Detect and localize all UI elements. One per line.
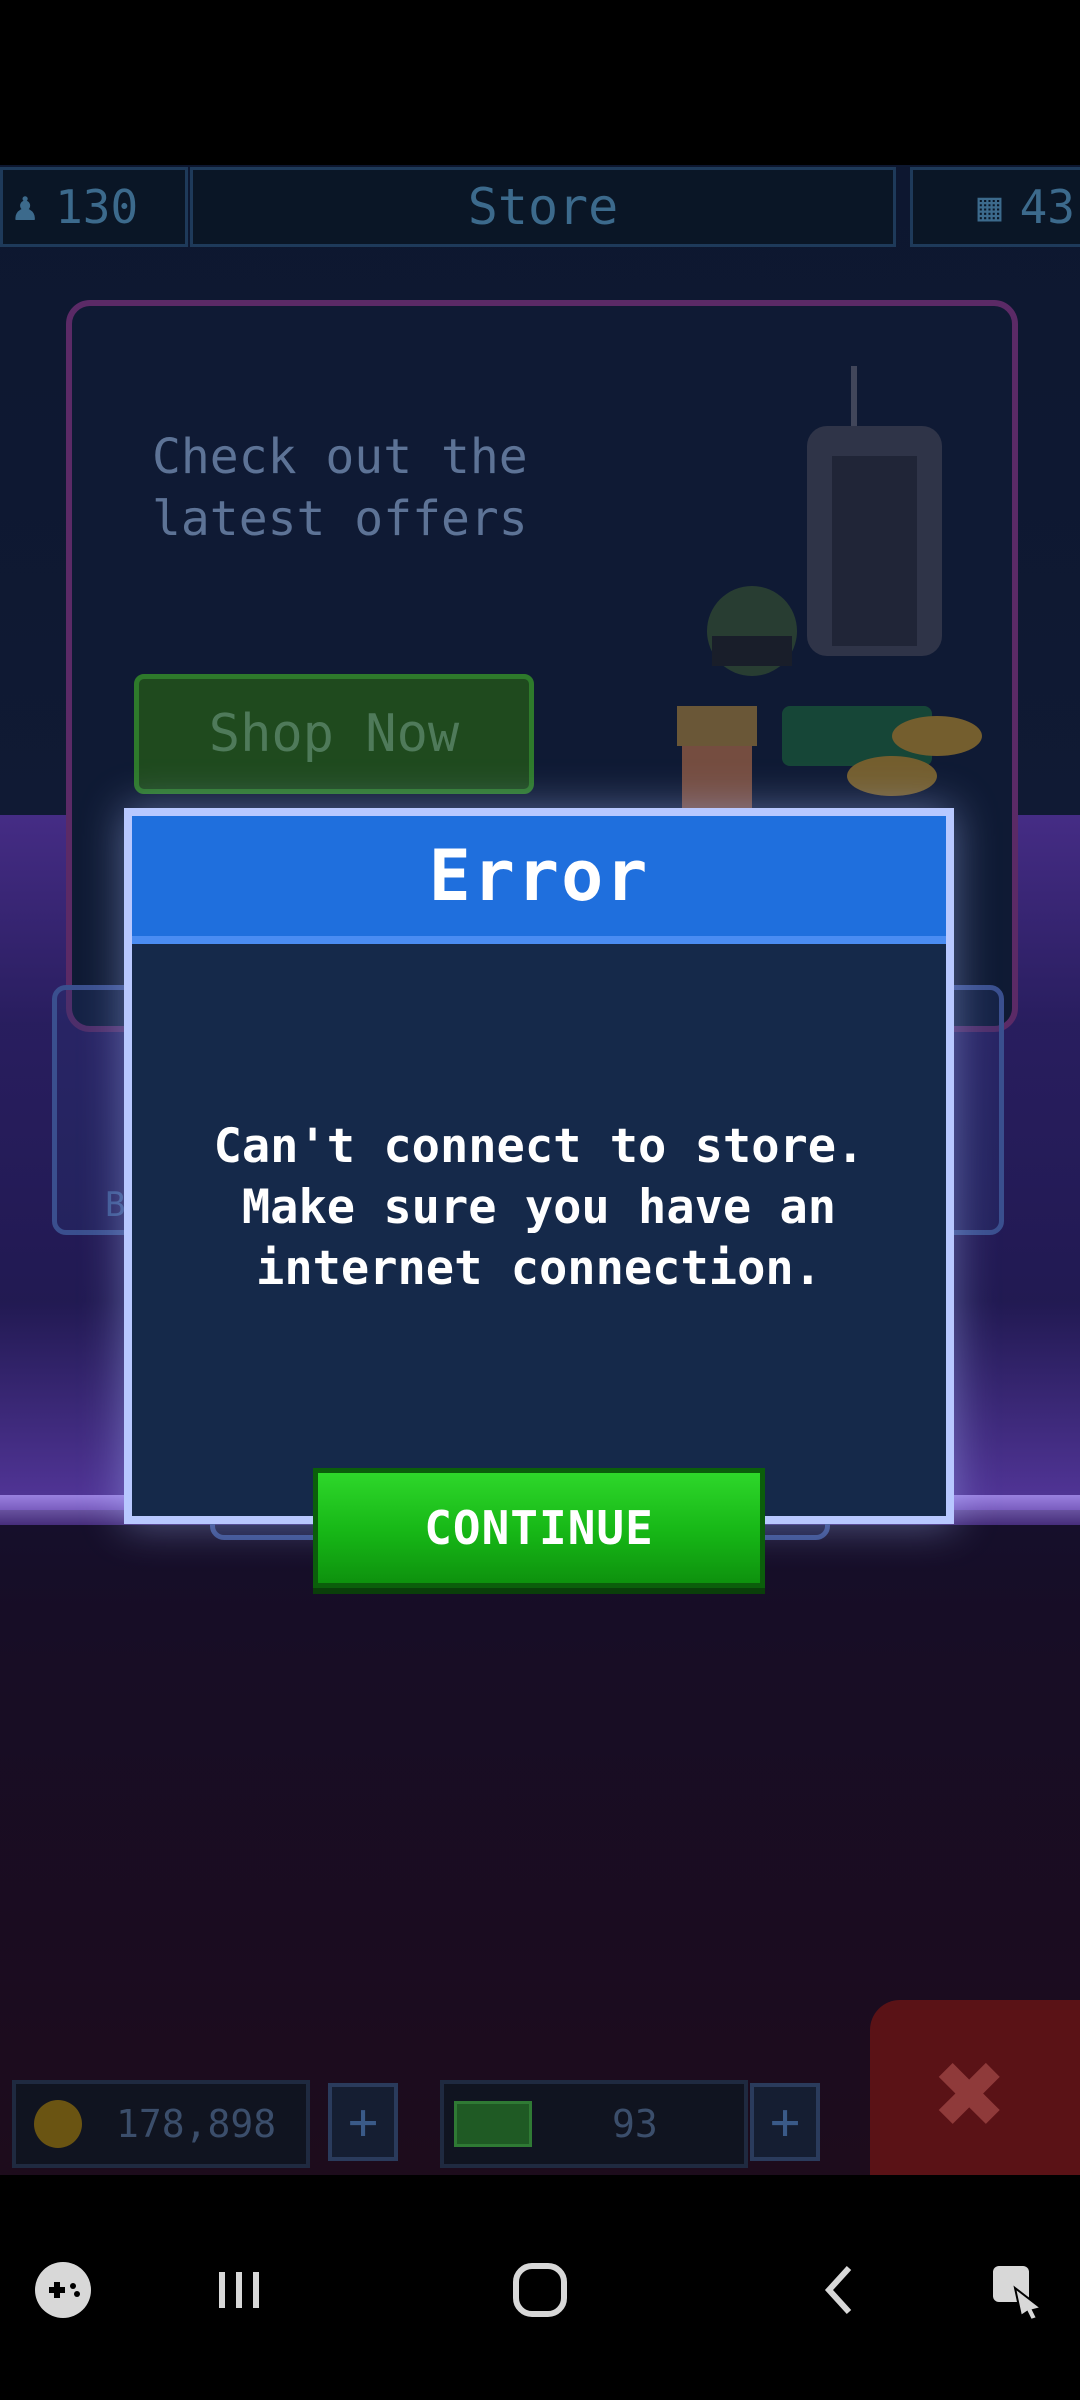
home-icon[interactable] — [495, 2245, 585, 2335]
back-icon[interactable] — [796, 2245, 886, 2335]
coin-counter: 178,898 — [12, 2080, 310, 2168]
add-bux-button[interactable]: + — [750, 2083, 820, 2161]
close-store-button[interactable]: ✖ — [870, 2000, 1080, 2175]
system-nav-bar — [0, 2175, 1080, 2400]
game-launcher-icon[interactable] — [18, 2245, 108, 2335]
population-counter: ♟ 130 — [0, 167, 188, 247]
tile-label-1: B — [105, 1185, 126, 1225]
bux-icon — [454, 2101, 532, 2147]
offer-text: Check out the latest offers — [152, 429, 528, 547]
floors-value: 43 — [1019, 180, 1075, 234]
offer-artwork — [677, 366, 982, 816]
add-coins-button[interactable]: + — [328, 2083, 398, 2161]
dialog-message: Can't connect to store. Make sure you ha… — [213, 1119, 865, 1296]
close-icon: ✖ — [935, 2025, 1008, 2164]
coin-value: 178,898 — [116, 2102, 277, 2146]
error-dialog: Error Can't connect to store. Make sure … — [124, 808, 954, 1524]
floors-counter: ▦ 43 — [910, 167, 1080, 247]
building-icon: ▦ — [977, 184, 1002, 230]
dialog-title: Error — [428, 835, 650, 917]
coin-stack — [892, 716, 982, 756]
bux-value: 93 — [612, 2102, 658, 2146]
coin-icon — [34, 2100, 82, 2148]
store-title-bar: Store — [190, 167, 896, 247]
bux-counter: 93 — [440, 2080, 748, 2168]
shop-now-button[interactable]: Shop Now — [134, 674, 534, 794]
population-value: 130 — [55, 180, 139, 234]
recent-apps-icon[interactable] — [194, 2245, 284, 2335]
store-title: Store — [467, 178, 619, 236]
continue-button[interactable]: CONTINUE — [313, 1468, 765, 1588]
accessibility-icon[interactable] — [972, 2245, 1062, 2335]
elevator-door — [832, 456, 917, 646]
top-bar: ♟ 130 Store ▦ 43 — [0, 165, 1080, 247]
dialog-header: Error — [132, 816, 946, 944]
person-icon: ♟ — [13, 184, 38, 230]
